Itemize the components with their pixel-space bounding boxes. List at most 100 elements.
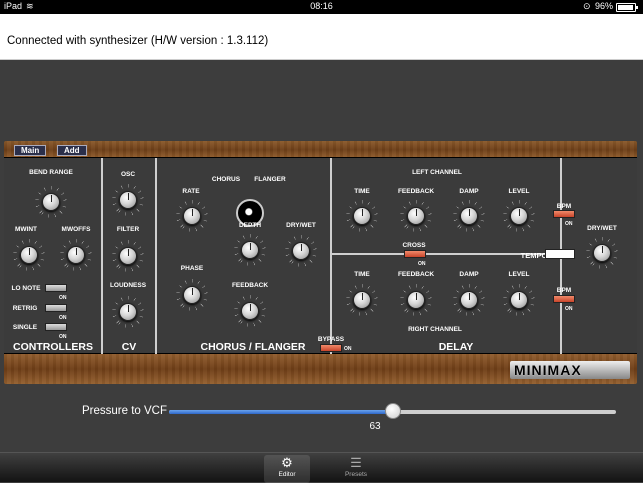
cv-section-title: CV bbox=[121, 341, 137, 353]
connection-bar: Connected with synthesizer (H/W version … bbox=[0, 14, 643, 60]
right-level-label: LEVEL bbox=[508, 271, 530, 278]
divider bbox=[101, 158, 103, 355]
synth-panel: Main Add BEND RANGE MWINT MWOFFS LO NOTE… bbox=[4, 141, 637, 384]
bypass-toggle[interactable] bbox=[320, 344, 342, 352]
right-damp-knob[interactable] bbox=[460, 291, 478, 309]
rotation-lock-icon: ⊙ bbox=[583, 1, 591, 11]
rate-label: RATE bbox=[182, 188, 200, 195]
minimax-logo: MINIMAX bbox=[510, 361, 630, 379]
filter-knob[interactable] bbox=[119, 247, 137, 265]
tab-editor-label: Editor bbox=[278, 471, 296, 478]
battery-icon bbox=[616, 3, 638, 12]
divider bbox=[155, 158, 157, 355]
chorus-flanger-section-title: CHORUS / FLANGER bbox=[200, 341, 306, 353]
control-face: BEND RANGE MWINT MWOFFS LO NOTE ON RETRI… bbox=[4, 157, 637, 355]
phase-label: PHASE bbox=[180, 265, 204, 272]
slider-value: 63 bbox=[369, 421, 381, 432]
bpm-left-label: BPM bbox=[556, 203, 572, 210]
rate-knob[interactable] bbox=[183, 207, 201, 225]
pressure-slider[interactable] bbox=[169, 403, 616, 419]
bpm-left-toggle[interactable] bbox=[553, 210, 575, 218]
right-damp-label: DAMP bbox=[459, 271, 479, 278]
battery-percent: 96% bbox=[595, 1, 614, 11]
slider-thumb[interactable] bbox=[384, 403, 401, 419]
phase-knob[interactable] bbox=[183, 286, 201, 304]
right-feedback-knob[interactable] bbox=[407, 291, 425, 309]
osc-knob[interactable] bbox=[119, 191, 137, 209]
mwint-label: MWINT bbox=[14, 226, 38, 233]
bend-range-label: BEND RANGE bbox=[29, 169, 73, 176]
delay-dry-wet-label: DRY/WET bbox=[587, 225, 617, 232]
right-time-knob[interactable] bbox=[353, 291, 371, 309]
lo-note-label: LO NOTE bbox=[11, 285, 41, 292]
bend-range-knob[interactable] bbox=[42, 193, 60, 211]
left-damp-label: DAMP bbox=[459, 188, 479, 195]
chorus-feedback-knob[interactable] bbox=[241, 302, 259, 320]
single-label: SINGLE bbox=[12, 324, 38, 331]
mwoffs-knob[interactable] bbox=[67, 246, 85, 264]
bpm-right-label: BPM bbox=[556, 287, 572, 294]
single-toggle[interactable] bbox=[45, 323, 67, 331]
delay-section-title: DELAY bbox=[438, 341, 474, 353]
on-label: ON bbox=[418, 261, 426, 267]
retrig-label: RETRIG bbox=[12, 305, 38, 312]
on-label: ON bbox=[565, 221, 573, 227]
flanger-label: FLANGER bbox=[254, 176, 286, 183]
tempo-display[interactable] bbox=[545, 249, 575, 259]
logo-text: MINIMAX bbox=[514, 362, 582, 378]
chorus-dry-wet-label: DRY/WET bbox=[286, 222, 316, 229]
bypass-label: BYPASS bbox=[317, 336, 345, 343]
on-label: ON bbox=[344, 346, 352, 352]
right-level-knob[interactable] bbox=[510, 291, 528, 309]
tab-presets[interactable]: ☰ Presets bbox=[333, 455, 379, 483]
clock: 08:16 bbox=[310, 1, 333, 11]
bpm-right-toggle[interactable] bbox=[553, 295, 575, 303]
left-time-knob[interactable] bbox=[353, 207, 371, 225]
left-feedback-label: FEEDBACK bbox=[397, 188, 435, 195]
left-channel-label: LEFT CHANNEL bbox=[412, 169, 462, 176]
depth-knob[interactable] bbox=[241, 241, 259, 259]
left-time-label: TIME bbox=[354, 188, 370, 195]
main-button[interactable]: Main bbox=[14, 145, 47, 156]
left-level-knob[interactable] bbox=[510, 207, 528, 225]
divider bbox=[330, 158, 332, 355]
tab-presets-label: Presets bbox=[344, 471, 368, 478]
lo-note-toggle[interactable] bbox=[45, 284, 67, 292]
tab-bar: ⚙ Editor ☰ Presets bbox=[0, 452, 643, 483]
mwint-knob[interactable] bbox=[20, 246, 38, 264]
delay-dry-wet-knob[interactable] bbox=[593, 244, 611, 262]
wood-top-trim bbox=[4, 141, 637, 157]
list-icon: ☰ bbox=[350, 455, 362, 470]
add-button[interactable]: Add bbox=[57, 145, 87, 156]
slider-label: Pressure to VCF bbox=[82, 405, 167, 417]
osc-label: OSC bbox=[120, 171, 136, 178]
status-bar: iPad ≋ 08:16 ⊙ 96% bbox=[0, 0, 643, 14]
right-channel-label: RIGHT CHANNEL bbox=[408, 326, 462, 333]
connection-status: Connected with synthesizer (H/W version … bbox=[7, 35, 269, 47]
filter-label: FILTER bbox=[116, 226, 140, 233]
depth-label: DEPTH bbox=[238, 222, 262, 229]
cross-toggle[interactable] bbox=[404, 250, 426, 258]
right-time-label: TIME bbox=[354, 271, 370, 278]
chorus-feedback-label: FEEDBACK bbox=[231, 282, 269, 289]
loudness-label: LOUDNESS bbox=[109, 282, 147, 289]
left-feedback-knob[interactable] bbox=[407, 207, 425, 225]
retrig-toggle[interactable] bbox=[45, 304, 67, 312]
loudness-knob[interactable] bbox=[119, 303, 137, 321]
on-label: ON bbox=[59, 315, 67, 321]
on-label: ON bbox=[565, 306, 573, 312]
cross-label: CROSS bbox=[402, 242, 426, 249]
right-feedback-label: FEEDBACK bbox=[397, 271, 435, 278]
chorus-label: CHORUS bbox=[211, 176, 241, 183]
on-label: ON bbox=[59, 295, 67, 301]
gear-icon: ⚙ bbox=[281, 455, 293, 470]
controllers-section-title: CONTROLLERS bbox=[13, 341, 93, 353]
tab-editor[interactable]: ⚙ Editor bbox=[264, 455, 310, 483]
tempo-label: TEMPO bbox=[520, 251, 548, 260]
on-label: ON bbox=[59, 334, 67, 340]
mwoffs-label: MWOFFS bbox=[61, 226, 91, 233]
slider-fill bbox=[169, 410, 393, 414]
chorus-dry-wet-knob[interactable] bbox=[292, 242, 310, 260]
left-level-label: LEVEL bbox=[508, 188, 530, 195]
left-damp-knob[interactable] bbox=[460, 207, 478, 225]
